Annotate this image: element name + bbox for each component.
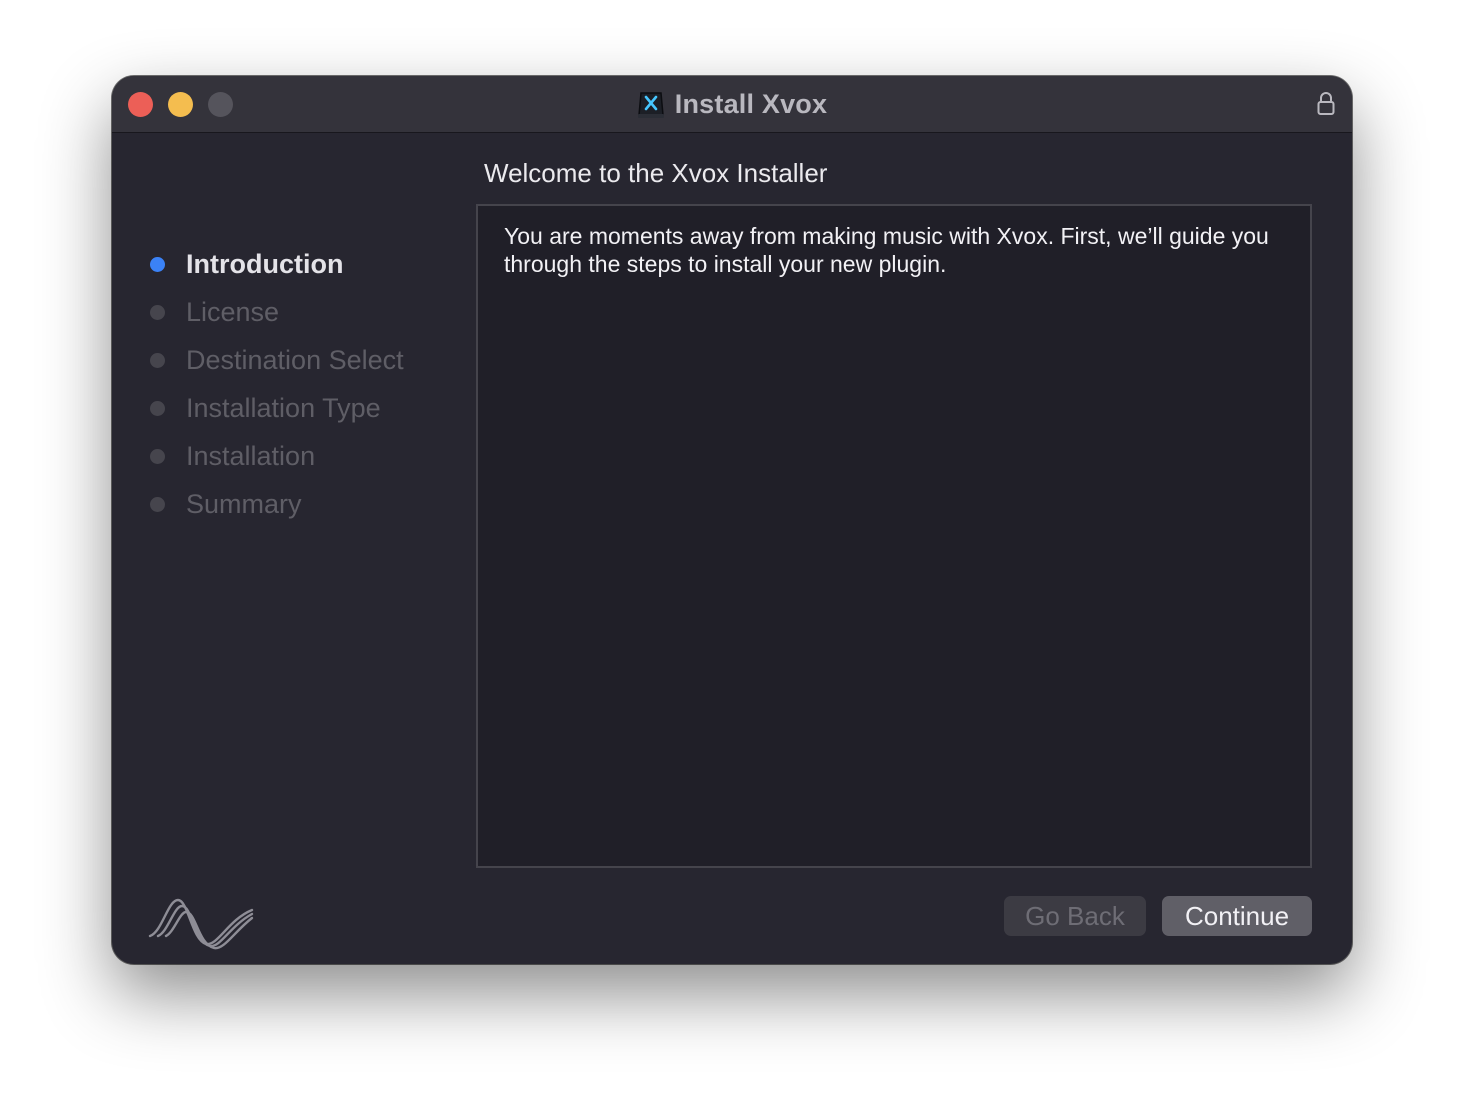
title-group: Install Xvox: [112, 76, 1352, 132]
sidebar-item-label: Destination Select: [186, 344, 404, 375]
installer-window: Install Xvox Introduction License Destin…: [112, 76, 1352, 964]
welcome-text: You are moments away from making music w…: [504, 223, 1269, 277]
window-title: Install Xvox: [674, 88, 828, 119]
sidebar-item-label: Introduction: [186, 248, 344, 279]
sidebar-item-installation-type: Installation Type: [150, 388, 381, 428]
sidebar-item-label: Installation: [186, 440, 316, 471]
step-indicator: [150, 496, 165, 512]
xvox-app-icon: [637, 89, 665, 119]
title-bar: Install Xvox: [112, 76, 1352, 133]
sidebar-item-summary: Summary: [150, 484, 302, 524]
step-active-indicator: [150, 256, 165, 272]
wave-logo-icon: [148, 896, 256, 952]
step-indicator: [150, 400, 165, 416]
sidebar-item-license: License: [150, 292, 279, 332]
step-indicator: [150, 304, 165, 320]
sidebar-item-label: License: [186, 296, 280, 327]
content-panel[interactable]: You are moments away from making music w…: [476, 204, 1312, 868]
sidebar-item-label: Installation Type: [186, 392, 381, 423]
go-back-button[interactable]: Go Back: [1004, 896, 1146, 936]
page-title: Welcome to the Xvox Installer: [484, 158, 828, 188]
step-indicator: [150, 352, 165, 368]
sidebar-item-installation: Installation: [150, 436, 315, 476]
lock-icon[interactable]: [1316, 90, 1336, 118]
continue-button[interactable]: Continue: [1162, 896, 1312, 936]
step-indicator: [150, 448, 165, 464]
sidebar-item-label: Summary: [186, 488, 302, 519]
sidebar-item-destination-select: Destination Select: [150, 340, 404, 380]
sidebar-item-introduction: Introduction: [150, 244, 343, 284]
